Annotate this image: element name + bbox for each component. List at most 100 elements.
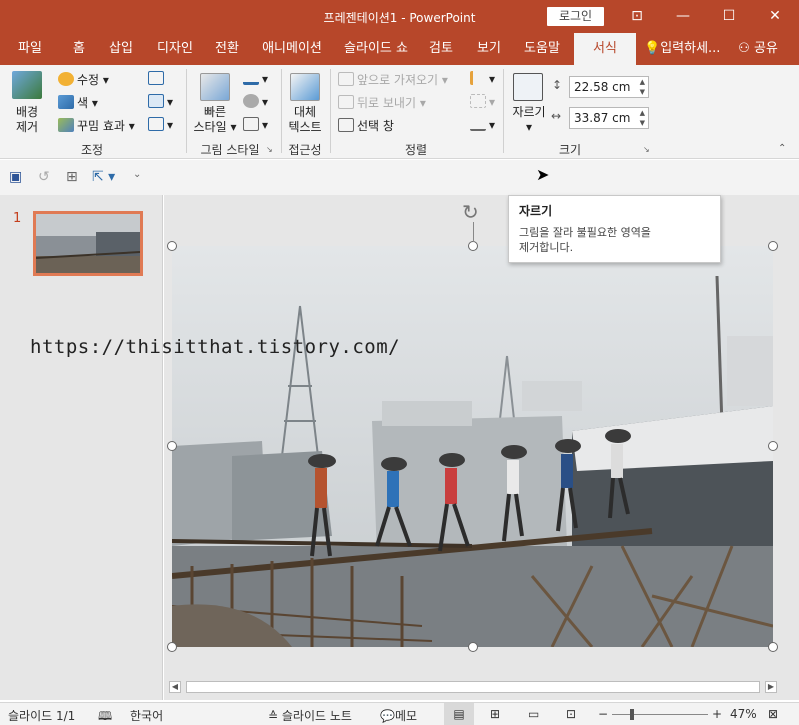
artistic-effects-button[interactable]: 꾸밈 효과 ▾ [58, 117, 135, 134]
selection-pane-button[interactable]: 선택 창 [338, 117, 394, 134]
group-separator [330, 69, 331, 153]
touch-mode-icon[interactable]: ⇱ ▾ [92, 169, 115, 185]
dialog-launcher-icon[interactable]: ↘ [266, 145, 273, 154]
layout-icon [243, 117, 259, 131]
comments-label: 메모 [394, 709, 418, 723]
resize-handle-bottom-right[interactable] [768, 642, 778, 652]
save-icon[interactable]: ▣ [9, 169, 22, 185]
group-label-size: 크기 [558, 143, 582, 157]
resize-handle-top[interactable] [468, 241, 478, 251]
size-dialog-launcher-icon[interactable]: ↘ [643, 145, 650, 154]
maximize-button[interactable]: ☐ [706, 0, 752, 33]
reading-view-icon[interactable]: ▭ [528, 707, 539, 721]
selection-pane-label: 선택 창 [357, 119, 394, 133]
minimize-button[interactable]: — [660, 0, 706, 33]
customize-qat-icon[interactable]: ⌄ [133, 169, 141, 180]
tab-view[interactable]: 보기 [468, 33, 510, 65]
horizontal-scrollbar[interactable]: ◀ ▶ [164, 678, 781, 696]
picture-layout-button[interactable]: ▾ [243, 117, 268, 132]
login-button[interactable]: 로그인 [547, 7, 604, 26]
group-objects-button[interactable]: ▾ [470, 94, 495, 109]
picture-effects-button[interactable]: ▾ [243, 94, 268, 109]
crop-button[interactable]: 자르기 ▾ [509, 105, 549, 135]
width-field[interactable]: 33.87 cm ▲ ▼ [569, 107, 649, 129]
zoom-level[interactable]: 47% [730, 707, 757, 721]
comments-button[interactable]: 💬메모 [380, 707, 417, 724]
tab-review[interactable]: 검토 [420, 33, 462, 65]
lightbulb-icon: 💡 [644, 41, 661, 56]
scroll-left-icon[interactable]: ◀ [169, 681, 181, 693]
alt-text-button[interactable]: 대체 텍스트 [286, 105, 324, 135]
slide-sorter-icon[interactable]: ⊞ [490, 707, 500, 721]
notes-button[interactable]: ≙ 슬라이드 노트 [268, 707, 352, 724]
ribbon-tab-bar: 파일 홈 삽입 디자인 전환 애니메이션 슬라이드 쇼 검토 보기 도움말 서식… [0, 33, 799, 65]
tab-file[interactable]: 파일 [8, 33, 52, 65]
scroll-right-icon[interactable]: ▶ [765, 681, 777, 693]
selected-picture[interactable] [172, 246, 773, 647]
resize-handle-bottom[interactable] [468, 642, 478, 652]
align-button[interactable]: ▾ [470, 71, 495, 86]
color-button[interactable]: 색 ▾ [58, 94, 98, 111]
share-button[interactable]: ⚇ 공유 [728, 33, 788, 65]
zoom-out-icon[interactable]: − [598, 707, 608, 721]
send-backward-icon [338, 95, 354, 109]
width-value: 33.87 cm [574, 111, 631, 125]
tab-insert[interactable]: 삽입 [100, 33, 142, 65]
zoom-slider[interactable] [612, 709, 708, 720]
height-field[interactable]: 22.58 cm ▲ ▼ [569, 76, 649, 98]
rotate-handle-icon[interactable]: ↻ [462, 200, 479, 224]
tab-slideshow[interactable]: 슬라이드 쇼 [337, 33, 415, 65]
collapse-ribbon-icon[interactable]: ⌃ [778, 143, 786, 154]
fit-to-window-icon[interactable]: ⊠ [768, 707, 778, 721]
title-bar: 프레젠테이션1 - PowerPoint 로그인 ⊡ — ☐ ✕ [0, 0, 799, 33]
share-label: 공유 [753, 41, 778, 56]
spelling-icon[interactable]: 🕮 [98, 707, 112, 725]
status-bar: 슬라이드 1/1 🕮 한국어 ≙ 슬라이드 노트 💬메모 ▤ ⊞ ▭ ⊡ − +… [0, 702, 799, 725]
corrections-button[interactable]: 수정 ▾ [58, 71, 109, 88]
reset-picture-button[interactable]: ▾ [148, 117, 173, 132]
slideshow-view-icon[interactable]: ⊡ [566, 707, 576, 721]
width-icon: ↔ [551, 109, 562, 123]
picture-border-button[interactable]: ▾ [243, 71, 268, 86]
remove-background-button[interactable]: 배경 제거 [14, 105, 40, 135]
remove-background-label-2: 제거 [15, 120, 39, 134]
tab-animations[interactable]: 애니메이션 [254, 33, 330, 65]
tell-me-label: 입력하세... [660, 41, 721, 56]
alt-text-icon [290, 73, 320, 101]
height-spinner-icon[interactable]: ▲ ▼ [640, 77, 645, 97]
zoom-in-icon[interactable]: + [712, 707, 722, 721]
resize-handle-left[interactable] [167, 441, 177, 451]
thumbnail-photo [36, 214, 140, 273]
resize-handle-bottom-left[interactable] [167, 642, 177, 652]
resize-handle-top-right[interactable] [768, 241, 778, 251]
ribbon-display-options-icon[interactable]: ⊡ [614, 0, 660, 33]
resize-handle-top-left[interactable] [167, 241, 177, 251]
resize-handle-right[interactable] [768, 441, 778, 451]
tab-transitions[interactable]: 전환 [206, 33, 248, 65]
tell-me-box[interactable]: 💡입력하세... [644, 33, 722, 65]
group-label-picture-styles: 그림 스타일 [200, 143, 260, 157]
tab-home[interactable]: 홈 [62, 33, 96, 65]
quick-styles-button[interactable]: 빠른 스타일 ▾ [192, 105, 238, 135]
compress-pictures-button[interactable] [148, 71, 167, 86]
width-spinner-icon[interactable]: ▲ ▼ [640, 108, 645, 128]
tab-design[interactable]: 디자인 [148, 33, 202, 65]
scrollbar-thumb[interactable] [186, 681, 760, 693]
send-backward-button[interactable]: 뒤로 보내기 ▾ [338, 94, 426, 111]
from-beginning-icon[interactable]: ⊞ [66, 169, 78, 185]
undo-icon[interactable]: ↺ [38, 169, 50, 185]
color-label: 색 [77, 96, 89, 110]
group-separator [281, 69, 282, 153]
change-picture-button[interactable]: ▾ [148, 94, 173, 109]
normal-view-icon[interactable]: ▤ [444, 703, 474, 725]
tab-help[interactable]: 도움말 [516, 33, 568, 65]
quick-access-toolbar: ▣ ↺ ⊞ ⇱ ▾ ⌄ [0, 160, 799, 195]
rotate-button[interactable]: ▾ [470, 117, 495, 132]
zoom-slider-thumb[interactable] [630, 709, 634, 720]
language-indicator[interactable]: 한국어 [130, 707, 163, 724]
close-button[interactable]: ✕ [752, 0, 798, 33]
tab-format[interactable]: 서식 [574, 33, 636, 65]
bring-forward-button[interactable]: 앞으로 가져오기 ▾ [338, 71, 448, 88]
quick-styles-label-1: 빠른 [203, 105, 227, 119]
slide-thumbnail[interactable] [33, 211, 143, 276]
